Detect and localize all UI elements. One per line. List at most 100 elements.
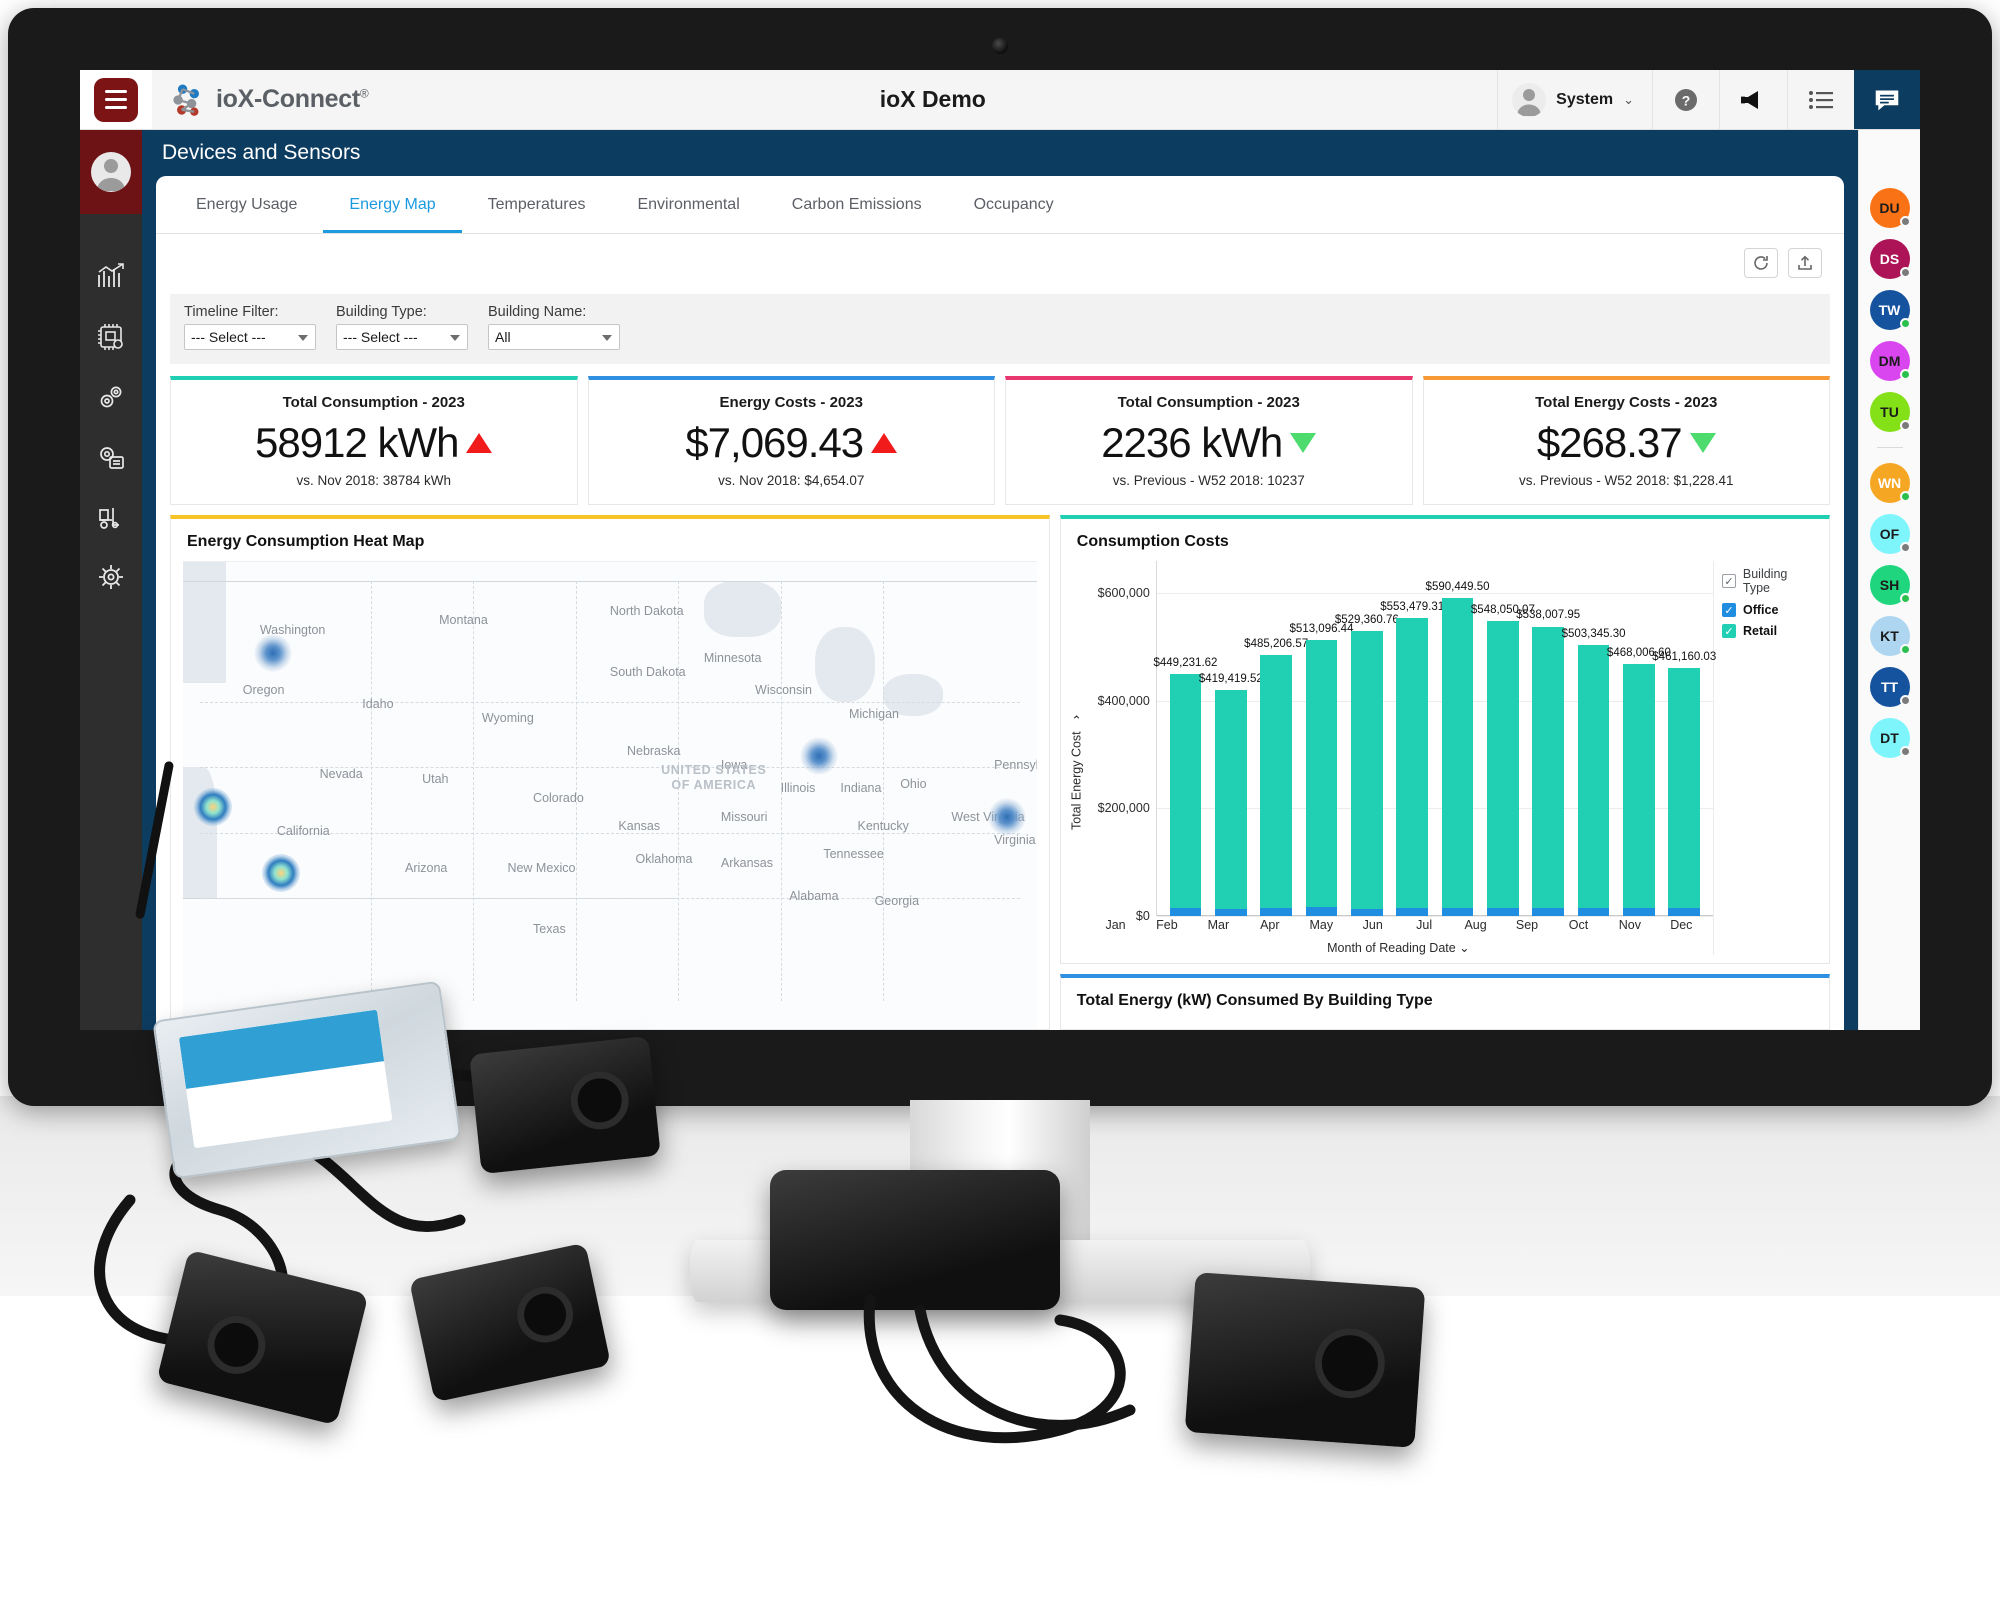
kpi-card-3: Total Consumption - 2023 2236 kWh vs. Prev… [1005, 376, 1413, 505]
right-column: Consumption Costs Total Energy Cost ⌄ $0… [1059, 515, 1830, 1030]
tab-environmental[interactable]: Environmental [611, 176, 765, 233]
contact-avatar[interactable]: WN [1869, 463, 1911, 503]
bar-segment-office [1260, 907, 1293, 916]
ct-clamp-1 [469, 1035, 661, 1175]
bar-column[interactable]: $419,419.52 [1199, 561, 1263, 916]
toolbar [156, 234, 1844, 288]
kpi-value-row: 2236 kWh [1016, 419, 1402, 467]
contact-avatar[interactable]: KT [1869, 616, 1911, 656]
bar-segment-office [1668, 908, 1701, 916]
tab-temperatures[interactable]: Temperatures [462, 176, 612, 233]
contact-avatar[interactable]: TW [1869, 290, 1911, 330]
user-name: System [1556, 90, 1614, 108]
heat-map[interactable]: Washington Montana North Dakota Minnesota Or… [183, 561, 1037, 1029]
map-heat-hotspot[interactable] [253, 634, 292, 673]
bar-segment-office [1577, 908, 1610, 916]
kpi-value: $268.37 [1536, 419, 1683, 466]
user-menu[interactable]: System ⌄ [1497, 70, 1652, 129]
map-country-label: UNITED STATES OF AMERICA [661, 762, 767, 793]
timeline-filter-select[interactable]: --- Select --- [184, 324, 316, 350]
bar-column[interactable]: $503,345.30 [1562, 561, 1626, 916]
contact-initials: DT [1880, 730, 1899, 746]
x-axis-tick: May [1309, 918, 1334, 932]
chat-button[interactable] [1854, 70, 1920, 129]
legend-label-office: Office [1743, 603, 1779, 617]
bar-column[interactable]: $468,006.60 [1607, 561, 1671, 916]
sidebar-item-forklift-icon[interactable] [94, 500, 128, 534]
contact-avatar[interactable]: OF [1869, 514, 1911, 554]
map-state-label: Oregon [242, 683, 285, 698]
contact-avatar[interactable]: DS [1869, 239, 1911, 279]
bar-column[interactable]: $538,007.95 [1516, 561, 1580, 916]
bar-column[interactable]: $449,231.62 [1153, 561, 1217, 916]
brand-name: ioX-Connect® [216, 85, 369, 113]
brand: ioX-Connect® [152, 70, 369, 129]
x-axis-tick: Aug [1464, 918, 1487, 932]
refresh-button[interactable] [1744, 248, 1778, 278]
tab-energy-usage[interactable]: Energy Usage [170, 176, 323, 233]
y-axis-title: Total Energy Cost ⌄ [1069, 712, 1084, 830]
trend-down-icon [1290, 433, 1317, 453]
tab-occupancy[interactable]: Occupancy [948, 176, 1080, 233]
legend-item-retail[interactable]: ✓ Retail [1722, 624, 1817, 638]
contact-avatar[interactable]: TU [1869, 392, 1911, 432]
y-axis-tick: $600,000 [1097, 586, 1150, 601]
presence-status-dot [1899, 695, 1911, 706]
contact-initials: SH [1879, 577, 1900, 593]
legend-checkbox-all[interactable]: ✓ [1722, 574, 1736, 588]
sidebar-profile[interactable] [80, 130, 142, 214]
map-heat-hotspot[interactable] [262, 853, 301, 892]
contact-avatar[interactable]: DT [1869, 718, 1911, 758]
trend-up-icon [871, 433, 898, 453]
state-boundary [200, 702, 1020, 704]
bar-segment-office [1623, 907, 1655, 916]
sidebar-item-gears-icon[interactable] [94, 380, 128, 414]
list-button[interactable] [1787, 70, 1854, 129]
refresh-icon [1754, 256, 1768, 270]
building-name-select[interactable]: All [488, 324, 620, 350]
contact-avatar[interactable]: SH [1869, 565, 1911, 605]
x-axis-tick: Jun [1362, 918, 1383, 932]
chat-bubble-icon [1875, 89, 1899, 110]
bar-column[interactable]: $485,206.57 [1244, 561, 1308, 916]
clamp-aperture [511, 1281, 579, 1348]
help-button[interactable]: ? [1652, 70, 1719, 129]
gateway-device [770, 1170, 1060, 1310]
map-heat-hotspot[interactable] [193, 788, 232, 827]
tab-energy-map[interactable]: Energy Map [323, 176, 462, 233]
bar-segment-retail [1350, 631, 1383, 909]
state-boundary [473, 580, 475, 1001]
building-type-select[interactable]: --- Select --- [336, 324, 468, 350]
share-button[interactable] [1788, 248, 1822, 278]
map-border-line [183, 580, 1037, 582]
map-card-title: Energy Consumption Heat Map [187, 533, 425, 550]
tab-bar: Energy Usage Energy Map Temperatures Env… [156, 176, 1844, 234]
tab-carbon-emissions[interactable]: Carbon Emissions [766, 176, 948, 233]
contact-avatar[interactable]: DU [1869, 188, 1911, 228]
bar-segment-office [1305, 907, 1338, 916]
y-axis-tick: $0 [1135, 909, 1150, 923]
help-circle-icon: ? [1675, 88, 1697, 111]
contact-avatar[interactable]: DM [1869, 341, 1911, 381]
announcements-button[interactable] [1719, 70, 1787, 129]
sidebar-item-chip-settings-icon[interactable] [94, 320, 128, 354]
y-axis-tick: $200,000 [1097, 801, 1150, 816]
map-heat-hotspot[interactable] [987, 797, 1026, 836]
sidebar-item-gear-panel-icon[interactable] [94, 440, 128, 474]
hamburger-menu-icon[interactable] [94, 77, 138, 122]
gear-panel-icon [100, 447, 124, 469]
bar-stack [1169, 674, 1202, 916]
page-header: Devices and Sensors [142, 130, 1858, 176]
bar-column[interactable]: $553,479.31 [1380, 561, 1444, 916]
lower-panels: Energy Consumption Heat Map Washington Mo… [170, 515, 1830, 1030]
sidebar-item-analytics-chart-icon[interactable] [94, 260, 128, 294]
contact-avatar[interactable]: TT [1869, 667, 1911, 707]
legend-item-office[interactable]: ✓ Office [1722, 603, 1817, 617]
bar-column[interactable]: $461,160.03 [1652, 561, 1716, 916]
bar-column[interactable]: $529,360.76 [1335, 561, 1399, 916]
map-heat-hotspot[interactable] [800, 736, 839, 775]
map-water-body [703, 580, 781, 637]
sidebar-item-gear-icon[interactable] [94, 560, 128, 594]
map-state-label: Missouri [720, 809, 768, 824]
kpi-value-row: 58912 kWh [181, 419, 567, 467]
